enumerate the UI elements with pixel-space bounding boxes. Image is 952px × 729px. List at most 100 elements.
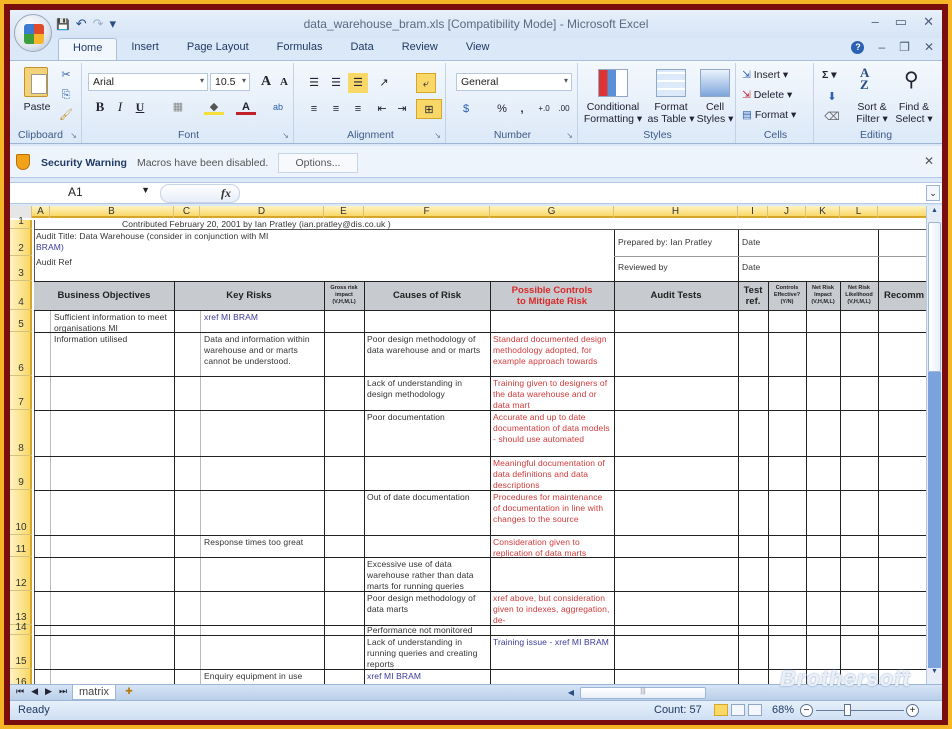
save-icon[interactable]: 💾 xyxy=(56,18,70,31)
alignment-launcher-icon[interactable]: ↘ xyxy=(434,131,441,140)
copy-icon[interactable]: ⎘ xyxy=(56,85,76,105)
cell-styles-button[interactable]: Cell Styles ▾ xyxy=(694,101,736,125)
sheet-tab-matrix[interactable]: matrix xyxy=(72,685,116,700)
doc-minimize-button[interactable]: – xyxy=(878,40,885,54)
last-sheet-icon[interactable]: ⏭ xyxy=(59,686,67,697)
vertical-scrollbar[interactable]: ▲ ▼ xyxy=(926,206,942,684)
row-header[interactable]: 8 xyxy=(10,410,32,456)
prev-sheet-icon[interactable]: ◀ xyxy=(31,686,38,697)
column-header-i[interactable]: I xyxy=(738,206,768,218)
row-header[interactable]: 14 xyxy=(10,622,32,635)
cell-d5[interactable]: xref MI BRAM xyxy=(202,311,322,324)
cell-g9[interactable]: Meaningful documentation of data definit… xyxy=(491,457,613,492)
conditional-formatting-button[interactable]: Conditional Formatting ▾ xyxy=(580,101,646,125)
insert-function-button[interactable]: fx xyxy=(160,184,240,203)
tab-page-layout[interactable]: Page Layout xyxy=(173,38,263,60)
name-box[interactable]: A1 ▼ xyxy=(14,185,154,202)
cell-d16[interactable]: Enquiry equipment in use xyxy=(202,670,324,683)
fill-color-icon[interactable]: ◆ xyxy=(204,97,224,115)
font-color-icon[interactable]: A xyxy=(236,97,256,115)
close-button[interactable]: ✕ xyxy=(923,14,934,30)
column-header-k[interactable]: K xyxy=(806,206,840,218)
maximize-button[interactable]: ▭ xyxy=(895,14,907,30)
doc-close-button[interactable]: ✕ xyxy=(924,40,934,54)
clear-icon[interactable]: ⌫ xyxy=(822,107,842,127)
orientation-icon[interactable]: ↗ xyxy=(374,73,394,93)
header-causes-of-risk[interactable]: Causes of Risk xyxy=(364,281,490,310)
italic-button[interactable]: I xyxy=(110,97,130,117)
tab-formulas[interactable]: Formulas xyxy=(263,38,337,60)
zoom-slider-track[interactable] xyxy=(816,710,904,711)
column-header-g[interactable]: G xyxy=(490,206,614,218)
format-as-table-button[interactable]: Format as Table ▾ xyxy=(642,101,700,125)
align-left-icon[interactable]: ≡ xyxy=(304,99,324,119)
office-button[interactable] xyxy=(14,14,52,52)
align-bottom-icon[interactable]: ☰ xyxy=(348,73,368,93)
grow-font-button[interactable]: A xyxy=(256,72,276,92)
merge-center-icon[interactable]: ⊞ xyxy=(416,99,442,119)
zoom-level[interactable]: 68% xyxy=(772,704,794,716)
row-header[interactable]: 5 xyxy=(10,310,32,332)
row-header[interactable]: 15 xyxy=(10,635,32,669)
prepared-by[interactable]: Prepared by: Ian Pratley xyxy=(616,236,736,249)
tab-data[interactable]: Data xyxy=(336,38,387,60)
next-sheet-icon[interactable]: ▶ xyxy=(45,686,52,697)
autosum-button[interactable]: Σ ▾ xyxy=(822,69,837,81)
cell-g11[interactable]: Consideration given to replication of da… xyxy=(491,536,613,560)
column-header-f[interactable]: F xyxy=(364,206,490,218)
accounting-format-icon[interactable]: $ xyxy=(456,99,476,119)
help-icon[interactable]: ? xyxy=(851,40,865,54)
normal-view-icon[interactable] xyxy=(714,704,728,716)
cell-g10[interactable]: Procedures for maintenance of documentat… xyxy=(491,491,613,526)
column-header-j[interactable]: J xyxy=(768,206,806,218)
borders-icon[interactable]: ▦ xyxy=(168,97,188,117)
vertical-scroll-track[interactable] xyxy=(928,372,941,668)
worksheet-grid[interactable]: A B C D E F G H I J K L 1 2 3 4 5 6 7 8 … xyxy=(10,206,926,684)
align-right-icon[interactable]: ≡ xyxy=(348,99,368,119)
row-header[interactable]: 13 xyxy=(10,591,32,625)
format-painter-icon[interactable]: 🖌 xyxy=(56,105,76,125)
decrease-decimal-button[interactable]: .00 xyxy=(554,99,574,119)
row-header[interactable]: 16 xyxy=(10,669,32,684)
column-header-h[interactable]: H xyxy=(614,206,738,218)
zoom-slider-thumb[interactable] xyxy=(844,704,851,716)
header-net-risk-impact[interactable]: Net Risk Impact (V,H,M,L) xyxy=(806,281,840,310)
column-header-e[interactable]: E xyxy=(324,206,364,218)
insert-cells-button[interactable]: ⇲ Insert ▾ xyxy=(742,69,788,81)
row-header[interactable]: 4 xyxy=(10,281,32,310)
cell-styles-icon[interactable] xyxy=(700,69,730,97)
cell-f13[interactable]: Poor design methodology of data marts xyxy=(365,592,491,616)
cell-g13[interactable]: xref above, but consideration given to i… xyxy=(491,592,613,625)
row-header[interactable]: 12 xyxy=(10,557,32,591)
clipboard-launcher-icon[interactable]: ↘ xyxy=(70,131,77,140)
underline-button[interactable]: U xyxy=(130,97,150,117)
header-possible-controls[interactable]: Possible Controls to Mitigate Risk xyxy=(490,281,614,310)
minimize-button[interactable]: – xyxy=(872,14,879,30)
options-button[interactable]: Options... xyxy=(278,153,358,173)
scroll-left-icon[interactable]: ◀ xyxy=(564,686,578,700)
close-icon[interactable]: ✕ xyxy=(924,154,934,168)
increase-indent-icon[interactable]: ⇥ xyxy=(392,99,412,119)
header-business-objectives[interactable]: Business Objectives xyxy=(34,281,174,310)
redo-icon[interactable]: ↷ xyxy=(93,16,104,32)
align-middle-icon[interactable]: ☰ xyxy=(326,73,346,93)
cell-f15[interactable]: Lack of understanding in running queries… xyxy=(365,636,489,671)
header-audit-tests[interactable]: Audit Tests xyxy=(614,281,738,310)
cell-g8[interactable]: Accurate and up to date documentation of… xyxy=(491,411,613,456)
cell-f6[interactable]: Poor design methodology of data warehous… xyxy=(365,333,491,357)
number-format-combo[interactable]: General ▾ xyxy=(456,73,572,91)
sort-filter-button[interactable]: Sort & Filter ▾ xyxy=(852,101,892,125)
cell-g6[interactable]: Standard documented design methodology a… xyxy=(491,333,613,376)
expand-formula-bar-icon[interactable]: ⌄ xyxy=(926,185,940,201)
row-header[interactable]: 3 xyxy=(10,256,32,281)
row-header[interactable]: 6 xyxy=(10,332,32,376)
insert-sheet-icon[interactable]: ✚ xyxy=(118,686,140,699)
audit-ref[interactable]: Audit Ref xyxy=(34,256,194,269)
header-gross-risk[interactable]: Gross risk impact (V,H,M,L) xyxy=(324,281,364,310)
cell-f8[interactable]: Poor documentation xyxy=(365,411,489,424)
row-header[interactable]: 1 xyxy=(10,216,32,229)
cell-b5[interactable]: Sufficient information to meet organisat… xyxy=(52,311,172,335)
paste-icon[interactable] xyxy=(24,67,48,97)
cell-f10[interactable]: Out of date documentation xyxy=(365,491,489,504)
column-header-m[interactable] xyxy=(878,206,926,218)
